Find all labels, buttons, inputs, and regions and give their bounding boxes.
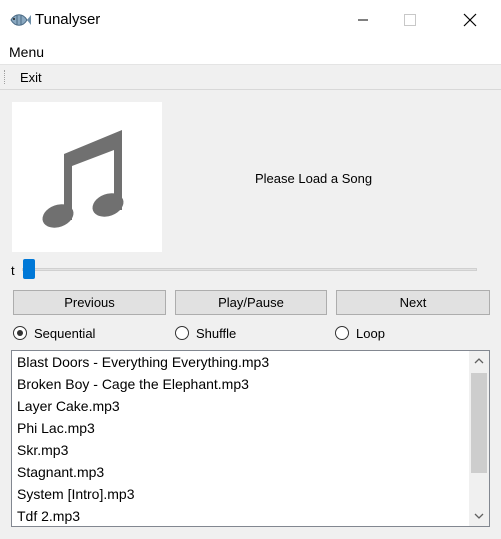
sequential-label: Sequential (34, 325, 96, 341)
fish-icon (9, 10, 31, 30)
maximize-button[interactable] (387, 0, 433, 40)
play-pause-button[interactable]: Play/Pause (175, 290, 327, 315)
status-text: Please Load a Song (255, 171, 373, 186)
sequential-radio[interactable]: Sequential (13, 324, 95, 342)
music-note-icon (42, 130, 124, 228)
close-button[interactable] (447, 0, 493, 40)
chevron-up-icon (474, 358, 484, 364)
exit-button[interactable]: Exit (20, 70, 42, 85)
list-item[interactable]: Skr.mp3 (12, 439, 489, 461)
toolbar-grip[interactable] (4, 70, 7, 84)
radio-button[interactable] (335, 326, 349, 340)
seek-slider-handle[interactable] (23, 259, 35, 279)
list-item[interactable]: Stagnant.mp3 (12, 461, 489, 483)
album-cover (12, 102, 162, 252)
playlist-scrollbar[interactable] (469, 351, 489, 526)
list-item[interactable]: Layer Cake.mp3 (12, 395, 489, 417)
loop-label: Loop (356, 325, 385, 341)
shuffle-label: Shuffle (196, 325, 237, 341)
slider-label: t (11, 263, 15, 278)
toolbar: Exit (0, 64, 501, 90)
menu-item[interactable]: Menu (9, 44, 44, 60)
playlist[interactable]: Blast Doors - Everything Everything.mp3 … (11, 350, 490, 527)
chevron-down-icon (474, 513, 484, 519)
list-item[interactable]: Tdf 2.mp3 (12, 505, 489, 526)
window-title: Tunalyser (35, 11, 101, 28)
shuffle-radio[interactable]: Shuffle (175, 324, 236, 342)
minimize-icon (358, 19, 368, 21)
list-item[interactable]: System [Intro].mp3 (12, 483, 489, 505)
radio-button[interactable] (175, 326, 189, 340)
maximize-icon (404, 14, 416, 26)
list-item[interactable]: Broken Boy - Cage the Elephant.mp3 (12, 373, 489, 395)
close-icon (463, 13, 477, 27)
next-button[interactable]: Next (336, 290, 490, 315)
menu-bar: Menu (0, 40, 501, 64)
seek-slider-track[interactable] (22, 268, 477, 271)
loop-radio[interactable]: Loop (335, 324, 385, 342)
scrollbar-thumb[interactable] (471, 373, 487, 473)
list-item[interactable]: Phi Lac.mp3 (12, 417, 489, 439)
scroll-down-button[interactable] (469, 506, 489, 526)
list-item[interactable]: Blast Doors - Everything Everything.mp3 (12, 351, 489, 373)
scroll-up-button[interactable] (469, 351, 489, 371)
previous-button[interactable]: Previous (13, 290, 166, 315)
title-bar: Tunalyser (0, 0, 501, 40)
minimize-button[interactable] (340, 0, 386, 40)
radio-button-checked[interactable] (13, 326, 27, 340)
